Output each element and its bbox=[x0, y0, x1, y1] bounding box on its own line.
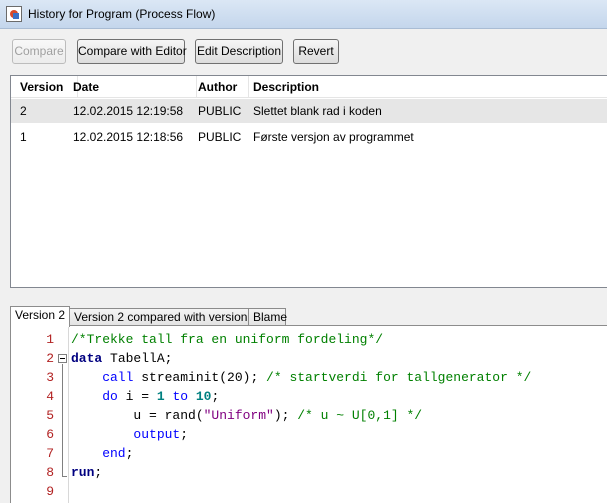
history-list[interactable]: Version Date Author Description 2 12.02.… bbox=[10, 75, 607, 288]
process-flow-app-icon bbox=[6, 6, 22, 22]
line-number: 6 bbox=[46, 427, 54, 442]
code-text: /*Trekke tall fra en uniform fordeling*/ bbox=[71, 332, 384, 347]
line-number: 3 bbox=[46, 370, 54, 385]
code-line[interactable]: 1 /*Trekke tall fra en uniform fordeling*… bbox=[11, 330, 607, 349]
collapse-icon[interactable] bbox=[58, 354, 67, 363]
code-text: end; bbox=[71, 446, 134, 461]
history-row[interactable]: 2 12.02.2015 12:19:58 PUBLIC Slettet bla… bbox=[11, 99, 607, 123]
tab-version-2[interactable]: Version 2 bbox=[10, 306, 70, 327]
code-text: run; bbox=[71, 465, 103, 480]
code-line[interactable]: 9 bbox=[11, 482, 607, 501]
column-header-author[interactable]: Author bbox=[194, 76, 249, 98]
version-tabs: Version 2 Version 2 compared with versio… bbox=[10, 306, 607, 327]
author-cell: PUBLIC bbox=[198, 130, 242, 144]
line-number: 5 bbox=[46, 408, 54, 423]
history-row[interactable]: 1 12.02.2015 12:18:56 PUBLIC Første vers… bbox=[11, 125, 607, 149]
code-line[interactable]: 4 do i = 1 to 10; bbox=[11, 387, 607, 406]
toolbar: Compare Compare with Editor Edit Descrip… bbox=[0, 29, 607, 71]
line-number: 4 bbox=[46, 389, 54, 404]
compare-button[interactable]: Compare bbox=[12, 39, 66, 64]
line-number: 8 bbox=[46, 465, 54, 480]
history-list-header: Version Date Author Description bbox=[11, 76, 607, 98]
code-text: call streaminit(20); /* startverdi for t… bbox=[71, 370, 532, 385]
code-line[interactable]: 7 end; bbox=[11, 444, 607, 463]
line-number: 1 bbox=[46, 332, 54, 347]
description-cell: Første versjon av programmet bbox=[253, 130, 414, 144]
edit-description-button[interactable]: Edit Description bbox=[195, 39, 283, 64]
date-cell: 12.02.2015 12:19:58 bbox=[73, 104, 184, 118]
version-cell: 2 bbox=[20, 104, 27, 118]
title-bar: History for Program (Process Flow) bbox=[0, 0, 607, 29]
description-cell: Slettet blank rad i koden bbox=[253, 104, 382, 118]
code-line[interactable]: 2 data TabellA; bbox=[11, 349, 607, 368]
column-header-date[interactable]: Date bbox=[69, 76, 197, 98]
code-text: output; bbox=[71, 427, 189, 442]
code-editor[interactable]: 1 /*Trekke tall fra en uniform fordeling*… bbox=[10, 325, 607, 503]
line-number: 9 bbox=[46, 484, 54, 499]
date-cell: 12.02.2015 12:18:56 bbox=[73, 130, 184, 144]
window-title: History for Program (Process Flow) bbox=[28, 7, 216, 21]
code-text: do i = 1 to 10; bbox=[71, 389, 220, 404]
code-line[interactable]: 6 output; bbox=[11, 425, 607, 444]
line-number: 7 bbox=[46, 446, 54, 461]
author-cell: PUBLIC bbox=[198, 104, 242, 118]
code-text: data TabellA; bbox=[71, 351, 173, 366]
line-number: 2 bbox=[46, 351, 54, 366]
compare-with-editor-button[interactable]: Compare with Editor bbox=[77, 39, 187, 64]
code-line[interactable]: 5 u = rand("Uniform"); /* u ~ U[0,1] */ bbox=[11, 406, 607, 425]
revert-button[interactable]: Revert bbox=[293, 39, 339, 64]
tab-version-compare[interactable]: Version 2 compared with version 1 bbox=[69, 308, 257, 326]
version-cell: 1 bbox=[20, 130, 27, 144]
code-line[interactable]: 8 run; bbox=[11, 463, 607, 482]
code-text: u = rand("Uniform"); /* u ~ U[0,1] */ bbox=[71, 408, 423, 423]
code-line[interactable]: 3 call streaminit(20); /* startverdi for… bbox=[11, 368, 607, 387]
tab-blame[interactable]: Blame bbox=[248, 308, 287, 326]
column-header-description[interactable]: Description bbox=[249, 76, 607, 98]
